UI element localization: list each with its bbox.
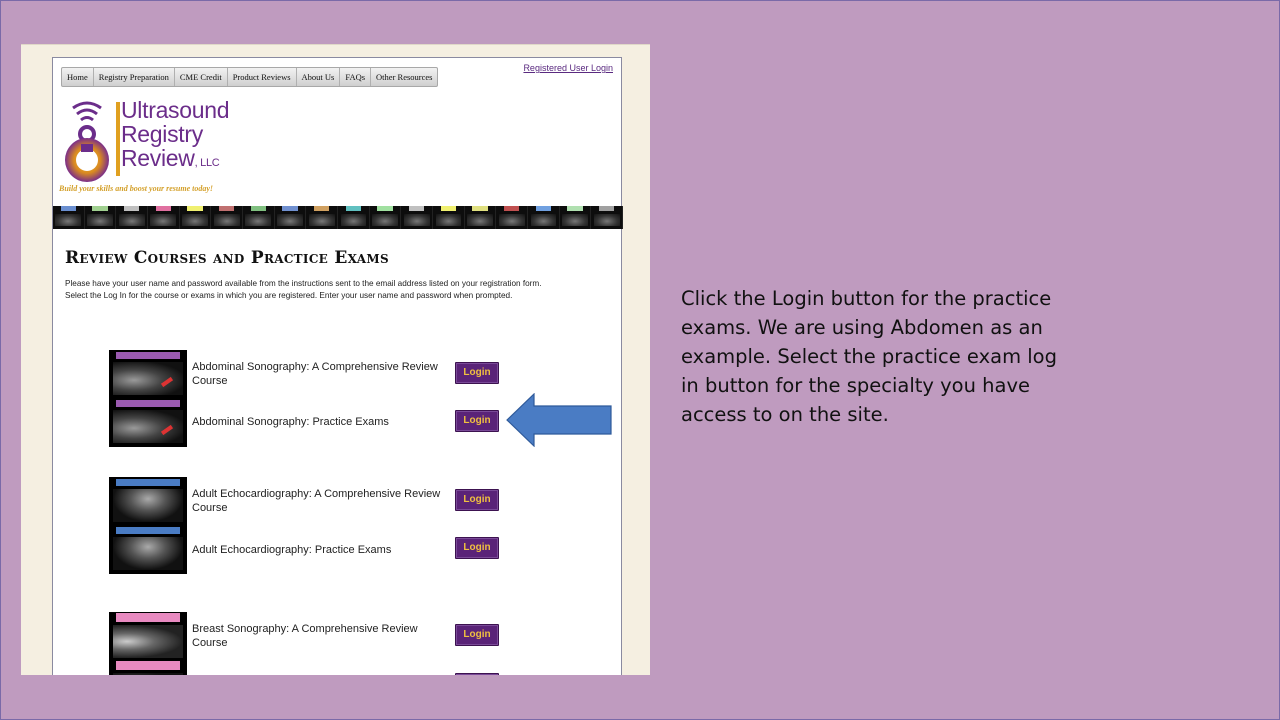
abdomen-review-course-title: Abdominal Sonography: A Comprehensive Re… [192, 361, 438, 387]
site-tagline: Build your skills and boost your resume … [59, 184, 214, 193]
instruction-caption: Click the Login button for the practice … [681, 287, 1057, 426]
abdomen-review-login-button[interactable]: Login [455, 362, 499, 384]
strip-image-tile [370, 206, 402, 229]
abdomen-practice-exams-login-button[interactable]: Login [455, 410, 499, 432]
breast-review-course-title: Breast Sonography: A Comprehensive Revie… [192, 623, 418, 649]
strip-image-tile [180, 206, 212, 229]
strip-image-tile [243, 206, 275, 229]
strip-image-tile [116, 206, 149, 229]
strip-image-tile [465, 206, 497, 229]
strip-image-tile [338, 206, 370, 229]
strip-image-tile [560, 206, 592, 229]
nav-other-resources[interactable]: Other Resources [371, 68, 437, 86]
abdomen-practice-exams-title: Abdominal Sonography: Practice Exams [192, 416, 389, 428]
ultrasound-image-strip [53, 206, 623, 229]
echo-practice-exams-login-button[interactable]: Login [455, 537, 499, 559]
logo-divider-bar [116, 102, 120, 176]
nav-faqs[interactable]: FAQs [340, 68, 372, 86]
abdomen-course-thumbnail [109, 350, 187, 447]
strip-image-tile [496, 206, 529, 229]
strip-image-tile [306, 206, 339, 229]
breast-practice-exams-login-button[interactable] [455, 673, 499, 675]
strip-image-tile [211, 206, 244, 229]
strip-image-tile [433, 206, 465, 229]
blue-left-arrow-icon [506, 393, 612, 447]
echo-course-thumbnail [109, 477, 187, 574]
breast-course-thumbnail [109, 612, 187, 675]
strip-image-tile [53, 206, 85, 229]
echo-practice-exams-title: Adult Echocardiography: Practice Exams [192, 544, 392, 556]
web-page: Home Registry Preparation CME Credit Pro… [52, 57, 623, 675]
nav-home[interactable]: Home [62, 68, 94, 86]
nav-product-reviews[interactable]: Product Reviews [228, 68, 297, 86]
nav-cme-credit[interactable]: CME Credit [175, 68, 228, 86]
site-logo[interactable]: Ultrasound Registry Review, LLC [59, 98, 259, 198]
strip-image-tile [85, 206, 117, 229]
nav-about-us[interactable]: About Us [297, 68, 341, 86]
page-title: Review Courses and Practice Exams [65, 248, 389, 268]
echo-review-login-button[interactable]: Login [455, 489, 499, 511]
strip-image-tile [401, 206, 434, 229]
website-screenshot: Home Registry Preparation CME Credit Pro… [21, 44, 650, 675]
breast-review-login-button[interactable]: Login [455, 624, 499, 646]
ultrasound-probe-logo-icon [65, 101, 109, 182]
strip-image-tile [528, 206, 560, 229]
nav-registry-preparation[interactable]: Registry Preparation [94, 68, 175, 86]
echo-review-course-title: Adult Echocardiography: A Comprehensive … [192, 488, 441, 514]
strip-image-tile [275, 206, 307, 229]
registered-user-login-link[interactable]: Registered User Login [523, 63, 613, 73]
main-nav: Home Registry Preparation CME Credit Pro… [61, 67, 439, 87]
intro-text: Please have your user name and password … [65, 279, 542, 300]
strip-image-tile [591, 206, 623, 229]
strip-image-tile [148, 206, 180, 229]
logo-wordmark: Ultrasound Registry Review, LLC [121, 97, 230, 171]
